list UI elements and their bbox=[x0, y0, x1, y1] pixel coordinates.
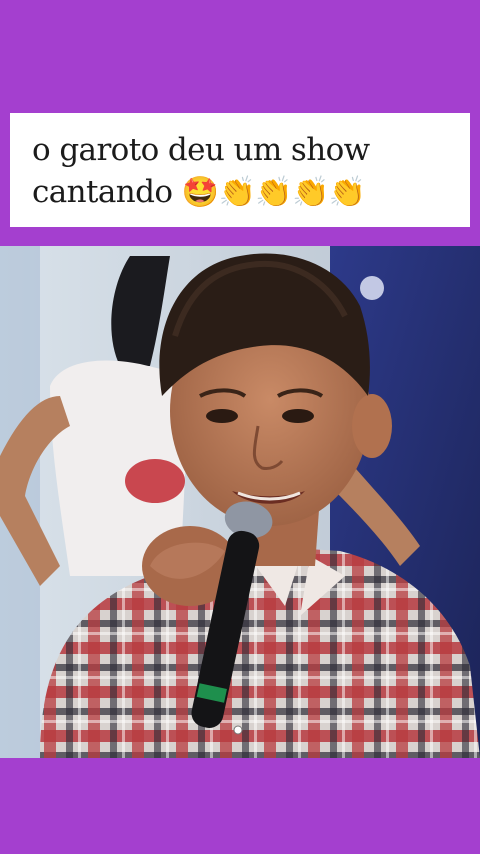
caption-word: cantando bbox=[32, 174, 173, 210]
caption-box: o garoto deu um show cantando 🤩👏👏👏👏 bbox=[10, 113, 470, 227]
video-frame[interactable] bbox=[0, 246, 480, 758]
caption-line-2: cantando 🤩👏👏👏👏 bbox=[32, 171, 450, 214]
caption-emojis: 🤩👏👏👏👏 bbox=[181, 175, 366, 210]
video-still bbox=[0, 246, 480, 758]
caption-line-1: o garoto deu um show bbox=[32, 132, 370, 168]
